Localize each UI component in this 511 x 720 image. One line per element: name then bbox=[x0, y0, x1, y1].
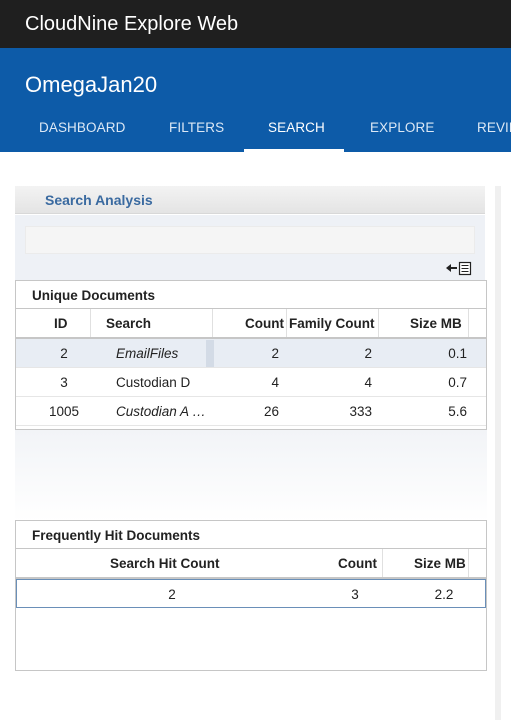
cell-count: 2 bbox=[271, 346, 279, 361]
nav-tabs: DASHBOARD FILTERS SEARCH EXPLORE REVIE bbox=[0, 118, 511, 152]
column-divider[interactable] bbox=[468, 549, 469, 577]
app-title: CloudNine Explore Web bbox=[25, 13, 239, 35]
col-header-count[interactable]: Count bbox=[245, 316, 284, 331]
cell-divider bbox=[206, 340, 214, 367]
grid-header-row: Search Hit Count Count Size MB bbox=[16, 549, 486, 579]
table-row[interactable]: 1005 Custodian A … 26 333 5.6 bbox=[16, 397, 486, 426]
cell-search: Custodian D bbox=[116, 375, 191, 390]
col-header-family-count[interactable]: Family Count bbox=[289, 316, 375, 331]
cell-id: 1005 bbox=[48, 404, 80, 419]
filter-bar[interactable] bbox=[25, 226, 475, 254]
cell-search: EmailFiles bbox=[116, 346, 179, 361]
column-divider[interactable] bbox=[382, 549, 383, 577]
column-divider[interactable] bbox=[212, 309, 213, 337]
unique-documents-grid: Unique Documents ID Search Count Family … bbox=[15, 280, 487, 430]
tab-review[interactable]: REVIE bbox=[477, 118, 511, 152]
column-divider[interactable] bbox=[378, 309, 379, 337]
table-row[interactable]: 3 Custodian D 4 4 0.7 bbox=[16, 368, 486, 397]
grid-caption: Unique Documents bbox=[16, 281, 486, 309]
app-title-bar: CloudNine Explore Web bbox=[0, 0, 511, 48]
vertical-scrollbar[interactable] bbox=[495, 186, 501, 720]
frequently-hit-documents-grid: Frequently Hit Documents Search Hit Coun… bbox=[15, 520, 487, 671]
cell-family-count: 2 bbox=[364, 346, 372, 361]
col-header-search[interactable]: Search bbox=[106, 316, 151, 331]
cell-size: 0.7 bbox=[448, 375, 467, 390]
project-name: OmegaJan20 bbox=[25, 72, 158, 97]
active-tab-indicator bbox=[244, 149, 344, 152]
cell-size: 5.6 bbox=[448, 404, 467, 419]
column-divider[interactable] bbox=[468, 309, 469, 337]
panel-title: Search Analysis bbox=[45, 192, 153, 208]
column-divider[interactable] bbox=[286, 309, 287, 337]
cell-search: Custodian A … bbox=[116, 404, 206, 419]
cell-count: 4 bbox=[271, 375, 279, 390]
grid-header-row: ID Search Count Family Count Size MB bbox=[16, 309, 486, 339]
export-grid-icon[interactable] bbox=[445, 260, 473, 276]
cell-count: 26 bbox=[263, 404, 279, 419]
cell-id: 3 bbox=[60, 375, 68, 390]
search-analysis-panel: Search Analysis Unique Documents ID Sear… bbox=[15, 186, 487, 720]
panel-toolbar-area bbox=[15, 215, 485, 281]
tab-dashboard[interactable]: DASHBOARD bbox=[39, 118, 125, 152]
cell-id: 2 bbox=[60, 346, 68, 361]
tab-explore[interactable]: EXPLORE bbox=[370, 118, 434, 152]
cell-size: 2.2 bbox=[434, 587, 454, 602]
table-row[interactable]: 2 3 2.2 bbox=[16, 579, 486, 608]
col-header-size[interactable]: Size MB bbox=[414, 556, 466, 571]
col-header-count[interactable]: Count bbox=[338, 556, 377, 571]
col-header-id[interactable]: ID bbox=[54, 316, 68, 331]
grid-caption: Frequently Hit Documents bbox=[16, 521, 486, 549]
panel-header: Search Analysis bbox=[15, 186, 485, 214]
cell-family-count: 4 bbox=[364, 375, 372, 390]
col-header-search-hit-count[interactable]: Search Hit Count bbox=[110, 556, 220, 571]
cell-family-count: 333 bbox=[349, 404, 372, 419]
project-header: OmegaJan20 DASHBOARD FILTERS SEARCH EXPL… bbox=[0, 48, 511, 152]
grid-footer-spacer bbox=[15, 430, 487, 522]
col-header-size[interactable]: Size MB bbox=[410, 316, 462, 331]
cell-search-hit-count: 2 bbox=[168, 587, 176, 602]
cell-size: 0.1 bbox=[448, 346, 467, 361]
cell-count: 3 bbox=[351, 587, 359, 602]
table-row[interactable]: 2 EmailFiles 2 2 0.1 bbox=[16, 339, 486, 368]
tab-filters[interactable]: FILTERS bbox=[169, 118, 224, 152]
tab-search[interactable]: SEARCH bbox=[268, 118, 325, 152]
column-divider[interactable] bbox=[90, 309, 91, 337]
